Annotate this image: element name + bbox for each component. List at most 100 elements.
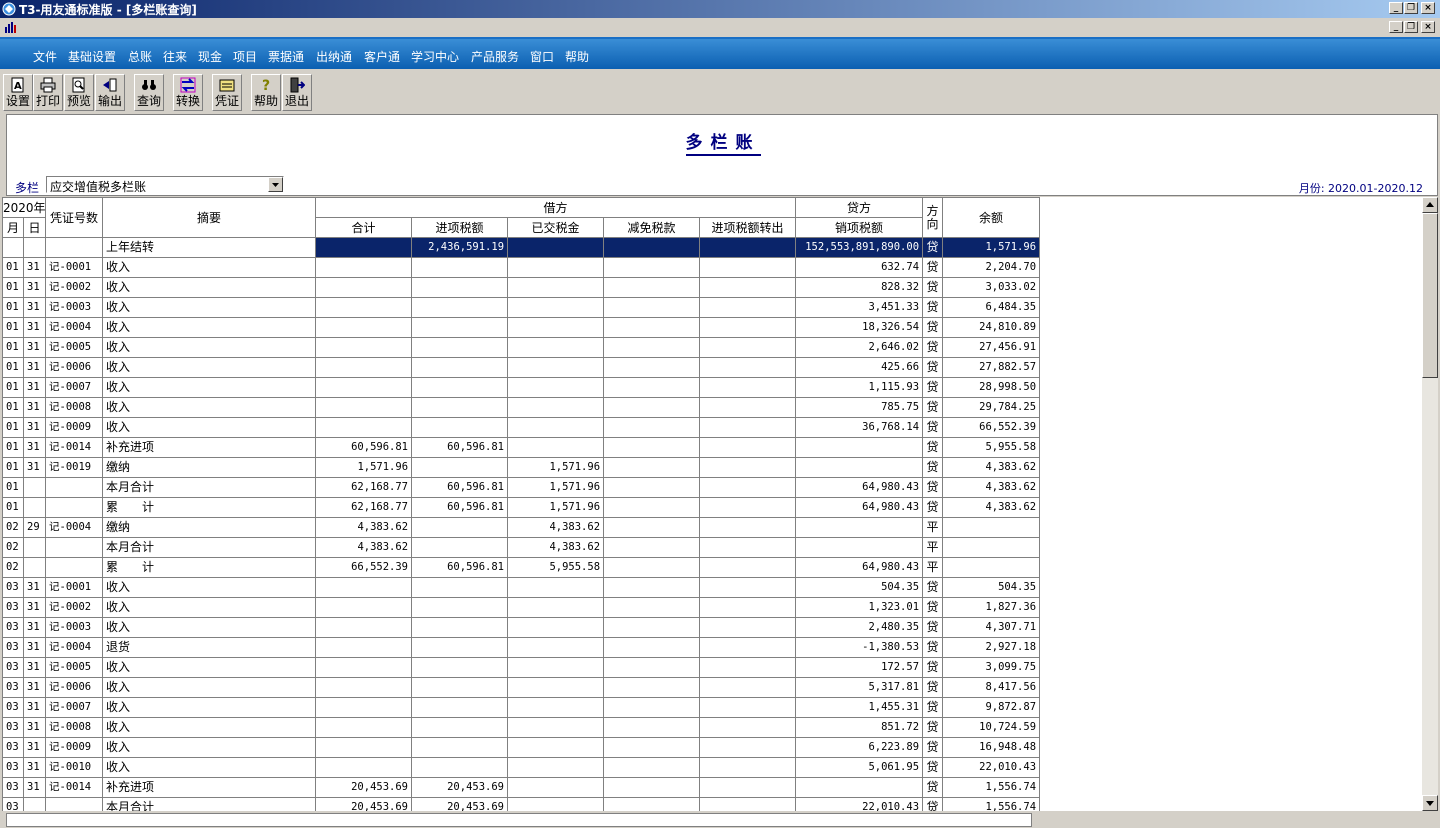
cell-direction: 贷 (922, 397, 944, 418)
menu-customer[interactable]: 客户通 (364, 48, 400, 65)
menu-basic-settings[interactable]: 基础设置 (68, 48, 116, 65)
table-row[interactable]: 03 本月合计 20,453.69 20,453.69 22,010.43 贷 1,556.… (2, 797, 1041, 811)
table-row[interactable]: 03 31 记-0014 补充进项 20,453.69 20,453.69 贷 1,556.7… (2, 777, 1041, 798)
cell-tax-paid (507, 297, 605, 318)
cell-input-tax-transfer (699, 577, 797, 598)
dropdown-arrow-icon[interactable] (268, 177, 283, 192)
table-row[interactable]: 01 31 记-0019 缴纳 1,571.96 1,571.96 贷 4,383.62 (2, 457, 1041, 478)
menu-general-ledger[interactable]: 总账 (128, 48, 152, 65)
menu-product-service[interactable]: 产品服务 (471, 48, 519, 65)
cell-direction: 贷 (922, 797, 944, 811)
cell-debit-total (315, 337, 413, 358)
export-icon (103, 78, 117, 92)
table-row[interactable]: 01 31 记-0003 收入 3,451.33 贷 6,484.35 (2, 297, 1041, 318)
preview-button[interactable]: 预览 (64, 74, 94, 111)
table-row[interactable]: 03 31 记-0002 收入 1,323.01 贷 1,827.36 (2, 597, 1041, 618)
table-row[interactable]: 01 31 记-0002 收入 828.32 贷 3,033.02 (2, 277, 1041, 298)
table-row[interactable]: 03 31 记-0005 收入 172.57 贷 3,099.75 (2, 657, 1041, 678)
print-button[interactable]: 打印 (33, 74, 63, 111)
table-row[interactable]: 01 31 记-0004 收入 18,326.54 贷 24,810.89 (2, 317, 1041, 338)
cell-summary: 缴纳 (102, 457, 317, 478)
table-row[interactable]: 03 31 记-0007 收入 1,455.31 贷 9,872.87 (2, 697, 1041, 718)
cell-balance (942, 557, 1041, 578)
cell-debit-total (315, 317, 413, 338)
table-row[interactable]: 01 31 记-0006 收入 425.66 贷 27,882.57 (2, 357, 1041, 378)
cell-tax-paid (507, 397, 605, 418)
cell-tax-relief (603, 357, 701, 378)
cell-tax-paid: 1,571.96 (507, 477, 605, 498)
table-row[interactable]: 01 31 记-0008 收入 785.75 贷 29,784.25 (2, 397, 1041, 418)
cell-input-tax (411, 757, 509, 778)
convert-button[interactable]: 转换 (173, 74, 203, 111)
cell-output-tax: 2,646.02 (795, 337, 924, 358)
cell-tax-paid (507, 797, 605, 811)
table-row[interactable]: 03 31 记-0006 收入 5,317.81 贷 8,417.56 (2, 677, 1041, 698)
cell-input-tax-transfer (699, 297, 797, 318)
cell-tax-relief (603, 457, 701, 478)
close-button[interactable]: × (1421, 2, 1435, 14)
cell-summary: 收入 (102, 757, 317, 778)
menu-cash[interactable]: 现金 (198, 48, 222, 65)
scroll-up-icon[interactable] (1422, 197, 1438, 213)
menu-file[interactable]: 文件 (33, 48, 57, 65)
table-row[interactable]: 02 累 计 66,552.39 60,596.81 5,955.58 64,980.43… (2, 557, 1041, 578)
cell-month: 01 (2, 357, 24, 378)
child-restore-button[interactable]: ❐ (1404, 21, 1418, 33)
cell-balance: 2,927.18 (942, 637, 1041, 658)
restore-button[interactable]: ❐ (1404, 2, 1418, 14)
table-row[interactable]: 01 31 记-0009 收入 36,768.14 贷 66,552.39 (2, 417, 1041, 438)
ledger-type-label: 多栏 (15, 181, 40, 195)
ledger-grid[interactable]: 2020年 凭证号数 摘要 借方 贷方 方向 余额 月 日 合计 进项税额 已交… (2, 197, 1422, 811)
table-row[interactable]: 03 31 记-0009 收入 6,223.89 贷 16,948.48 (2, 737, 1041, 758)
cell-balance: 4,307.71 (942, 617, 1041, 638)
settings-button[interactable]: A 设置 (3, 74, 33, 111)
export-button[interactable]: 输出 (95, 74, 125, 111)
settings-label: 设置 (5, 94, 30, 108)
cell-day: 31 (22, 677, 47, 698)
table-row[interactable]: 01 31 记-0007 收入 1,115.93 贷 28,998.50 (2, 377, 1041, 398)
table-row[interactable]: 03 31 记-0008 收入 851.72 贷 10,724.59 (2, 717, 1041, 738)
table-row[interactable]: 01 本月合计 62,168.77 60,596.81 1,571.96 64,980.4… (2, 477, 1041, 498)
table-row[interactable]: 01 31 记-0014 补充进项 60,596.81 60,596.81 贷 5,955.5… (2, 437, 1041, 458)
table-row[interactable]: 02 29 记-0004 缴纳 4,383.62 4,383.62 平 (2, 517, 1041, 538)
convert-icon (180, 77, 196, 93)
table-row[interactable]: 上年结转 2,436,591.19 152,553,891,890.00 贷 1,571… (2, 237, 1041, 258)
scroll-down-icon[interactable] (1422, 795, 1438, 811)
cell-day (22, 497, 47, 518)
scrollbar-thumb[interactable] (1422, 213, 1438, 378)
table-row[interactable]: 03 31 记-0003 收入 2,480.35 贷 4,307.71 (2, 617, 1041, 638)
cell-voucher-no: 记-0003 (45, 297, 104, 318)
cell-output-tax: 6,223.89 (795, 737, 924, 758)
table-row[interactable]: 03 31 记-0001 收入 504.35 贷 504.35 (2, 577, 1041, 598)
menu-help[interactable]: 帮助 (565, 48, 589, 65)
menu-bills[interactable]: 票据通 (268, 48, 304, 65)
child-close-button[interactable]: × (1421, 21, 1435, 33)
table-row[interactable]: 02 本月合计 4,383.62 4,383.62 平 (2, 537, 1041, 558)
help-button[interactable]: ? 帮助 (251, 74, 281, 111)
cell-day: 31 (22, 437, 47, 458)
title-bar: T3-用友通标准版 - [多栏账查询] _ ❐ × (0, 0, 1440, 18)
table-row[interactable]: 01 累 计 62,168.77 60,596.81 1,571.96 64,980.43… (2, 497, 1041, 518)
menu-project[interactable]: 项目 (233, 48, 257, 65)
cell-summary: 缴纳 (102, 517, 317, 538)
menu-cashier[interactable]: 出纳通 (316, 48, 352, 65)
vertical-scrollbar[interactable] (1422, 197, 1438, 811)
child-minimize-button[interactable]: _ (1389, 21, 1403, 33)
table-row[interactable]: 03 31 记-0010 收入 5,061.95 贷 22,010.43 (2, 757, 1041, 778)
cell-output-tax: 3,451.33 (795, 297, 924, 318)
cell-tax-paid (507, 417, 605, 438)
voucher-button[interactable]: 凭证 (212, 74, 242, 111)
table-row[interactable]: 03 31 记-0004 退货 -1,380.53 贷 2,927.18 (2, 637, 1041, 658)
table-row[interactable]: 01 31 记-0005 收入 2,646.02 贷 27,456.91 (2, 337, 1041, 358)
query-button[interactable]: 查询 (134, 74, 164, 111)
exit-button[interactable]: 退出 (282, 74, 312, 111)
menu-learning-center[interactable]: 学习中心 (411, 48, 459, 65)
ledger-select[interactable]: 应交增值税多栏账 (46, 176, 284, 194)
table-row[interactable]: 01 31 记-0001 收入 632.74 贷 2,204.70 (2, 257, 1041, 278)
cell-output-tax (795, 437, 924, 458)
minimize-button[interactable]: _ (1389, 2, 1403, 14)
menu-window[interactable]: 窗口 (530, 48, 554, 65)
cell-summary: 收入 (102, 317, 317, 338)
cell-debit-total: 20,453.69 (315, 797, 413, 811)
menu-receivables[interactable]: 往来 (163, 48, 187, 65)
